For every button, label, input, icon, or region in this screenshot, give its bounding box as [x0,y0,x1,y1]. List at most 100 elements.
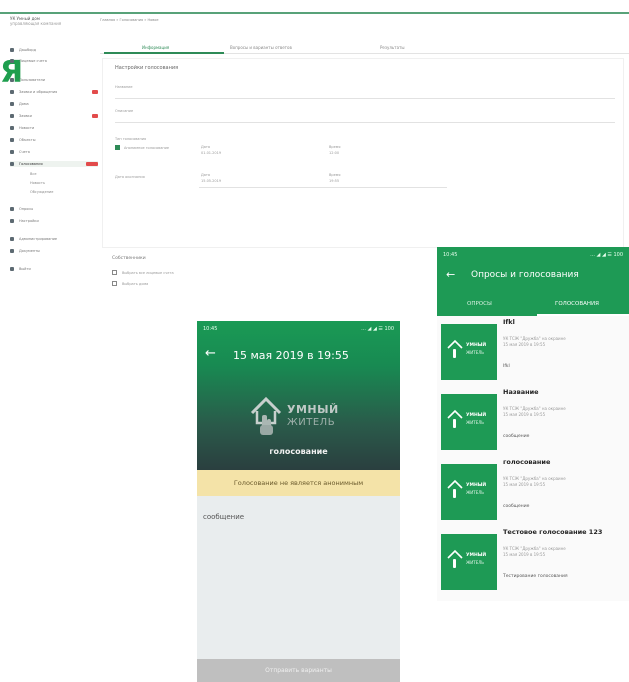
breadcrumb[interactable]: Главная » Голосования » Новое [100,18,159,22]
start-date-value[interactable]: 01.01.2019 [201,151,221,155]
polls-header: 10:45 ... ◢ ◢ ☰ 100 ← Опросы и голосован… [437,247,629,316]
sidebar-item-label: Заявки и обращения [19,90,58,94]
tab-info[interactable]: Информация [142,45,169,50]
sidebar-item-admin[interactable]: Администрирование [10,236,98,242]
sidebar-item-logout[interactable]: Выйти [10,266,98,272]
owners-section-title: Собственники [112,256,146,261]
sidebar-item-votes[interactable]: Голосования [10,161,98,167]
sidebar-item-label: Настройки [19,219,39,223]
sidebar-item-surveys[interactable]: Опросы [10,206,98,212]
description-field[interactable]: Описание [115,109,615,123]
poll-thumbnail: УМНЫЙ ЖИТЕЛЬ [441,534,497,590]
poll-tag: сообщение [503,504,530,509]
tab-results[interactable]: Результаты [380,45,405,50]
thumb-text-resident: ЖИТЕЛЬ [466,490,485,495]
sidebar-item-label: Пользователи [19,78,45,82]
end-date-top: Дата [201,173,211,177]
polls-tab-bar: ОПРОСЫ ГОЛОСОВАНИЯ [437,295,629,316]
sidebar-subitem-discussion[interactable]: Обсуждение [30,190,53,194]
poll-card[interactable]: УМНЫЙ ЖИТЕЛЬ Тестовое голосование 123 УК… [437,526,629,590]
tab-surveys[interactable]: ОПРОСЫ [467,301,492,307]
poll-card[interactable]: УМНЫЙ ЖИТЕЛЬ голосование УК ТСЖ "Дружба"… [437,456,629,520]
polls-title: Опросы и голосования [471,270,579,280]
news-icon [10,126,14,130]
sidebar-item-label: Объекты [19,138,36,142]
sidebar-item-label: Счета [19,150,30,154]
sidebar-subitem-all[interactable]: Все [30,172,36,176]
poll-thumbnail: УМНЫЙ ЖИТЕЛЬ [441,464,497,520]
anonymous-checkbox[interactable] [115,145,120,150]
back-arrow-icon[interactable]: ← [446,269,455,280]
screenshot-canvas: Я УК Умный дом управляющая компания Дашб… [0,0,629,682]
poll-card[interactable]: УМНЫЙ ЖИТЕЛЬ Название УК ТСЖ "Дружба" на… [437,386,629,450]
poll-title: Тестовое голосование 123 [503,528,603,536]
sidebar-item-dashboard[interactable]: Дашборд [10,47,98,53]
org-block[interactable]: УК Умный дом управляющая компания [10,16,98,26]
notification-badge [92,114,98,118]
select-all-accounts-row[interactable]: Выбрать все лицевые счета [112,270,174,275]
poll-tag: Ifkl [503,364,510,369]
select-all-accounts-checkbox[interactable] [112,270,117,275]
poll-org: УК ТСЖ "Дружба" на окраине 15 мая 2019 в… [503,546,566,558]
poll-title: Ifkl [503,318,515,326]
mobile-polls-list-screen: 10:45 ... ◢ ◢ ☰ 100 ← Опросы и голосован… [437,247,629,601]
poll-date: 15 мая 2019 в 19:55 [503,482,546,487]
end-time-top: Время [329,173,341,177]
thumb-text-smart: УМНЫЙ [466,343,487,348]
poll-title: голосование [503,458,551,466]
back-arrow-icon[interactable]: ← [205,347,216,360]
sidebar-item-news[interactable]: Новости [10,125,98,131]
sidebar-item-label: Выйти [19,267,31,271]
sidebar-item-requests[interactable]: Заявки и обращения [10,89,98,95]
end-date-label: Дата окончания [115,175,145,179]
vote-type-label: Тип голосования [115,137,147,141]
sidebar-subitem-news[interactable]: Новость [30,181,45,185]
poll-type-caption: голосование [269,447,328,456]
status-time: 10:45 [443,252,458,258]
top-accent-line [0,12,629,14]
notification-badge [86,162,98,166]
sidebar-item-objects[interactable]: Объекты [10,137,98,143]
mobile-poll-detail-screen: 10:45 ... ◢ ◢ ☰ 100 ← 15 мая 2019 в 19:5… [197,321,400,682]
status-bar: 10:45 ... ◢ ◢ ☰ 100 [197,321,400,337]
users-icon [10,78,14,82]
house-hand-icon [447,479,463,498]
sidebar-item-houses[interactable]: Дома [10,101,98,107]
thumb-text-smart: УМНЫЙ [466,483,487,488]
select-all-accounts-label: Выбрать все лицевые счета [122,270,174,275]
tab-votes[interactable]: ГОЛОСОВАНИЯ [555,301,599,307]
sidebar-item-label: Заявки [19,114,32,118]
select-houses-row[interactable]: Выбрать дома [112,281,148,286]
poll-org: УК ТСЖ "Дружба" на окраине 15 мая 2019 в… [503,406,566,418]
sidebar-item-label: Голосования [19,162,43,166]
select-houses-checkbox[interactable] [112,281,117,286]
sidebar-item-label: Дома [19,102,29,106]
sidebar-item-users[interactable]: Пользователи [10,77,98,83]
end-time-value[interactable]: 19:55 [329,179,339,183]
submit-answers-button[interactable]: Отправить варианты [197,659,400,682]
vote-settings-form: Настройки голосования Название Описание … [102,58,624,267]
accounts-icon [10,59,14,63]
thumb-text-resident: ЖИТЕЛЬ [466,420,485,425]
form-title: Настройки голосования [115,65,179,71]
tickets-icon [10,114,14,118]
title-field[interactable]: Название [115,85,615,99]
poll-thumbnail: УМНЫЙ ЖИТЕЛЬ [441,324,497,380]
sidebar-item-settings[interactable]: Настройки [10,218,98,224]
start-time-value[interactable]: 12:00 [329,151,339,155]
thumb-text-smart: УМНЫЙ [466,553,487,558]
sidebar-item-label: Документы [19,249,40,253]
end-date-value[interactable]: 15.05.2019 [201,179,221,183]
poll-card[interactable]: УМНЫЙ ЖИТЕЛЬ Ifkl УК ТСЖ "Дружба" на окр… [437,316,629,380]
sidebar-item-accounts[interactable]: Лицевые счета [10,58,98,64]
sidebar-item-bills[interactable]: Счета [10,149,98,155]
poll-date-title: 15 мая 2019 в 19:55 [233,349,349,362]
sidebar-item-documents[interactable]: Документы [10,248,98,254]
poll-org: УК ТСЖ "Дружба" на окраине 15 мая 2019 в… [503,336,566,348]
sidebar-item-tickets[interactable]: Заявки [10,113,98,119]
not-anonymous-banner: Голосование не является анонимным [197,470,400,496]
house-hand-icon [447,339,463,358]
status-time: 10:45 [203,326,218,332]
tab-questions[interactable]: Вопросы и варианты ответов [230,45,292,50]
app-logo: УМНЫЙ ЖИТЕЛЬ [249,393,359,443]
